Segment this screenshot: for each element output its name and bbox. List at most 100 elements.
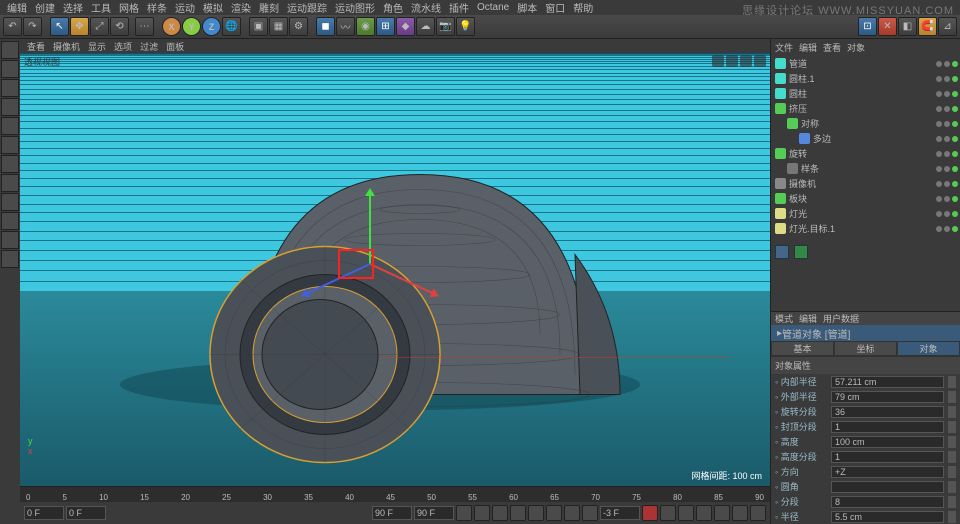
spinner-icon[interactable] xyxy=(948,391,956,403)
menu-item[interactable]: 网格 xyxy=(116,0,142,15)
light-icon[interactable]: 💡 xyxy=(456,17,475,36)
menu-item[interactable]: 插件 xyxy=(446,0,472,15)
prop-value[interactable]: 5.5 cm xyxy=(831,511,944,523)
prop-value[interactable]: 100 cm xyxy=(831,436,944,448)
vp-tab[interactable]: 摄像机 xyxy=(50,40,83,53)
prev-key-icon[interactable] xyxy=(474,505,490,521)
viewport[interactable]: 透视视图 xyxy=(20,53,770,486)
object-item[interactable]: 对称 xyxy=(771,116,960,131)
play-back-icon[interactable] xyxy=(510,505,526,521)
spinner-icon[interactable] xyxy=(948,481,956,493)
record-icon[interactable] xyxy=(642,505,658,521)
tag-row[interactable] xyxy=(771,244,960,259)
vp-tab[interactable]: 显示 xyxy=(85,40,109,53)
tab-object[interactable]: 对象 xyxy=(897,341,960,356)
snap2-icon[interactable] xyxy=(1,231,19,249)
spline-icon[interactable]: 〰 xyxy=(336,17,355,36)
poly-mode-icon[interactable] xyxy=(1,155,19,173)
array-icon[interactable]: ⊞ xyxy=(376,17,395,36)
tab-basic[interactable]: 基本 xyxy=(771,341,834,356)
play-icon[interactable] xyxy=(528,505,544,521)
move-tool-icon[interactable]: ✥ xyxy=(70,17,89,36)
object-item[interactable]: 挤压 xyxy=(771,101,960,116)
goto-end-icon[interactable] xyxy=(582,505,598,521)
visibility-dots[interactable] xyxy=(936,61,958,67)
spinner-icon[interactable] xyxy=(948,511,956,523)
menu-item[interactable]: 创建 xyxy=(32,0,58,15)
snap-icon[interactable] xyxy=(1,212,19,230)
prop-value[interactable]: 36 xyxy=(831,406,944,418)
magnet-icon[interactable]: 🧲 xyxy=(918,17,937,36)
visibility-dots[interactable] xyxy=(936,181,958,187)
menu-item[interactable]: 模拟 xyxy=(200,0,226,15)
menu-item[interactable]: 编辑 xyxy=(4,0,30,15)
menu-item[interactable]: 脚本 xyxy=(514,0,540,15)
object-item[interactable]: 灯光 xyxy=(771,206,960,221)
visibility-dots[interactable] xyxy=(936,76,958,82)
frame-current[interactable]: 0 F xyxy=(66,506,106,520)
attr-menu[interactable]: 模式 xyxy=(775,312,793,325)
attr-menu[interactable]: 用户数据 xyxy=(823,312,859,325)
menu-item[interactable]: 运动 xyxy=(172,0,198,15)
key-pla-icon[interactable] xyxy=(750,505,766,521)
object-item[interactable]: 板块 xyxy=(771,191,960,206)
world-icon[interactable]: 🌐 xyxy=(222,17,241,36)
render-icon[interactable]: ▣ xyxy=(249,17,268,36)
vp-tab[interactable]: 过滤 xyxy=(137,40,161,53)
object-item[interactable]: 样条 xyxy=(771,161,960,176)
select-tool-icon[interactable]: ↖ xyxy=(50,17,69,36)
deformer-icon[interactable]: ◆ xyxy=(396,17,415,36)
object-item[interactable]: 旋转 xyxy=(771,146,960,161)
visibility-dots[interactable] xyxy=(936,226,958,232)
render-region-icon[interactable]: ▦ xyxy=(269,17,288,36)
prop-value[interactable]: 8 xyxy=(831,496,944,508)
menu-item[interactable]: 流水线 xyxy=(408,0,444,15)
object-item[interactable]: 管道 xyxy=(771,56,960,71)
frame-end2[interactable]: 90 F xyxy=(414,506,454,520)
visibility-dots[interactable] xyxy=(936,106,958,112)
nurbs-icon[interactable]: ◉ xyxy=(356,17,375,36)
environment-icon[interactable]: ☁ xyxy=(416,17,435,36)
cube-primitive-icon[interactable]: ◼ xyxy=(316,17,335,36)
axis-mode-icon[interactable] xyxy=(1,174,19,192)
redo-icon[interactable]: ↷ xyxy=(23,17,42,36)
goto-start-icon[interactable] xyxy=(456,505,472,521)
vp-tab[interactable]: 查看 xyxy=(24,40,48,53)
attribute-tabs[interactable]: 基本 坐标 对象 xyxy=(771,341,960,356)
object-item[interactable]: 灯光.目标.1 xyxy=(771,221,960,236)
object-tree[interactable]: 管道圆柱.1圆柱挤压对称多边旋转样条摄像机板块灯光灯光.目标.1美兹L型板 xyxy=(771,56,960,236)
menu-item[interactable]: 运动图形 xyxy=(332,0,378,15)
key-pos-icon[interactable] xyxy=(678,505,694,521)
frame-end[interactable]: 90 F xyxy=(372,506,412,520)
prop-value[interactable]: 1 xyxy=(831,421,944,433)
texture-mode-icon[interactable] xyxy=(1,79,19,97)
obj-mgr-menu[interactable]: 查看 xyxy=(823,41,841,54)
tab-coord[interactable]: 坐标 xyxy=(834,341,897,356)
axis-x-icon[interactable]: X xyxy=(162,17,181,36)
spinner-icon[interactable] xyxy=(948,421,956,433)
visibility-dots[interactable] xyxy=(936,121,958,127)
vp-tab[interactable]: 面板 xyxy=(163,40,187,53)
next-key-icon[interactable] xyxy=(564,505,580,521)
prop-value[interactable] xyxy=(831,481,944,493)
visibility-dots[interactable] xyxy=(936,136,958,142)
layout-icon[interactable]: ⊡ xyxy=(858,17,877,36)
key-param-icon[interactable] xyxy=(732,505,748,521)
object-item[interactable]: 摄像机 xyxy=(771,176,960,191)
close-layout-icon[interactable]: ✕ xyxy=(878,17,897,36)
visibility-dots[interactable] xyxy=(936,211,958,217)
prev-frame-icon[interactable] xyxy=(492,505,508,521)
object-item[interactable]: 圆柱.1 xyxy=(771,71,960,86)
visibility-dots[interactable] xyxy=(936,151,958,157)
edge-mode-icon[interactable] xyxy=(1,136,19,154)
menu-item[interactable]: 工具 xyxy=(88,0,114,15)
spinner-icon[interactable] xyxy=(948,496,956,508)
tweak-mode-icon[interactable] xyxy=(1,193,19,211)
history-icon[interactable]: ⋯ xyxy=(135,17,154,36)
autokey-icon[interactable] xyxy=(660,505,676,521)
spinner-icon[interactable] xyxy=(948,436,956,448)
menu-item[interactable]: 选择 xyxy=(60,0,86,15)
obj-mgr-menu[interactable]: 文件 xyxy=(775,41,793,54)
scale-tool-icon[interactable]: ⤢ xyxy=(90,17,109,36)
xyz-badge-icon[interactable]: ◧ xyxy=(898,17,917,36)
